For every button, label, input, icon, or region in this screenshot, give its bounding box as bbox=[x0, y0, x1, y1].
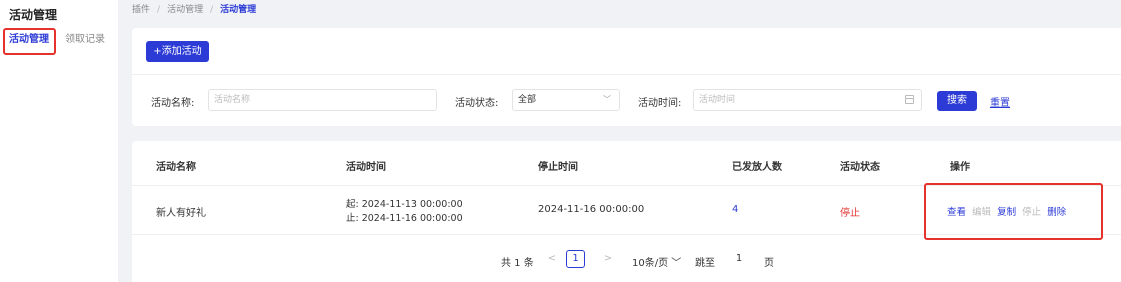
page-size-select[interactable]: 10条/页 ﹀ bbox=[632, 254, 681, 269]
filter-panel: +添加活动 活动名称: 活动名称 活动状态: 全部 ﹀ 活动时间: 活动时间 搜… bbox=[132, 28, 1121, 126]
breadcrumb: 插件 / 活动管理 / 活动管理 bbox=[132, 2, 256, 15]
cell-activity-time: 起: 2024-11-13 00:00:00 止: 2024-11-16 00:… bbox=[346, 198, 463, 226]
sidebar-item-claim-records[interactable]: 领取记录 bbox=[65, 33, 105, 47]
prev-page-button[interactable]: < bbox=[545, 251, 559, 267]
jump-page-input[interactable]: 1 bbox=[724, 250, 754, 268]
activity-time-label: 活动时间: bbox=[638, 98, 682, 109]
sidebar: 活动管理 活动管理 领取记录 bbox=[0, 0, 118, 282]
activity-time-input[interactable]: 活动时间 bbox=[693, 89, 922, 111]
activity-time-placeholder: 活动时间 bbox=[699, 95, 736, 105]
header-actions: 操作 bbox=[950, 162, 970, 173]
cell-activity-name: 新人有好礼 bbox=[156, 208, 206, 219]
chevron-down-icon: ﹀ bbox=[603, 95, 611, 104]
add-activity-button[interactable]: +添加活动 bbox=[146, 41, 209, 62]
activity-status-select[interactable]: 全部 ﹀ bbox=[512, 89, 620, 111]
page-unit-label: 页 bbox=[764, 258, 774, 269]
pagination: 共 1 条 < 1 > 10条/页 ﹀ 跳至 1 页 bbox=[132, 250, 1121, 272]
jump-label: 跳至 bbox=[695, 258, 715, 269]
header-activity-status: 活动状态 bbox=[840, 162, 880, 173]
pagination-total: 共 1 条 bbox=[501, 258, 534, 269]
search-button[interactable]: 搜索 bbox=[937, 91, 977, 111]
reset-link[interactable]: 重置 bbox=[990, 94, 1010, 109]
sidebar-title: 活动管理 bbox=[9, 8, 58, 22]
chevron-down-icon: ﹀ bbox=[668, 258, 682, 269]
breadcrumb-current: 活动管理 bbox=[220, 5, 257, 15]
header-issued-count: 已发放人数 bbox=[732, 162, 782, 173]
breadcrumb-activity[interactable]: 活动管理 bbox=[167, 5, 203, 15]
breadcrumb-separator: / bbox=[157, 5, 161, 15]
header-stop-time: 停止时间 bbox=[538, 162, 578, 173]
cell-issued-count[interactable]: 4 bbox=[732, 204, 738, 215]
page-size-value: 10条/页 bbox=[632, 258, 669, 269]
activity-name-label: 活动名称: bbox=[151, 98, 195, 109]
next-page-button[interactable]: > bbox=[601, 251, 615, 267]
calendar-icon bbox=[905, 95, 914, 104]
cell-stop-time: 2024-11-16 00:00:00 bbox=[538, 204, 645, 215]
activity-status-value: 全部 bbox=[518, 95, 537, 105]
highlight-box-sidebar bbox=[3, 28, 56, 55]
cell-status-badge: 停止 bbox=[840, 208, 860, 219]
header-activity-time: 活动时间 bbox=[346, 162, 386, 173]
activity-name-input[interactable]: 活动名称 bbox=[208, 89, 437, 111]
page-button-current[interactable]: 1 bbox=[566, 250, 585, 268]
breadcrumb-plugins[interactable]: 插件 bbox=[132, 5, 150, 15]
breadcrumb-separator: / bbox=[210, 5, 214, 15]
activity-status-label: 活动状态: bbox=[455, 98, 499, 109]
cell-end-time: 止: 2024-11-16 00:00:00 bbox=[346, 213, 463, 224]
header-activity-name: 活动名称 bbox=[156, 162, 196, 173]
cell-start-time: 起: 2024-11-13 00:00:00 bbox=[346, 199, 463, 210]
divider bbox=[132, 74, 1121, 75]
highlight-box-actions bbox=[924, 183, 1103, 240]
